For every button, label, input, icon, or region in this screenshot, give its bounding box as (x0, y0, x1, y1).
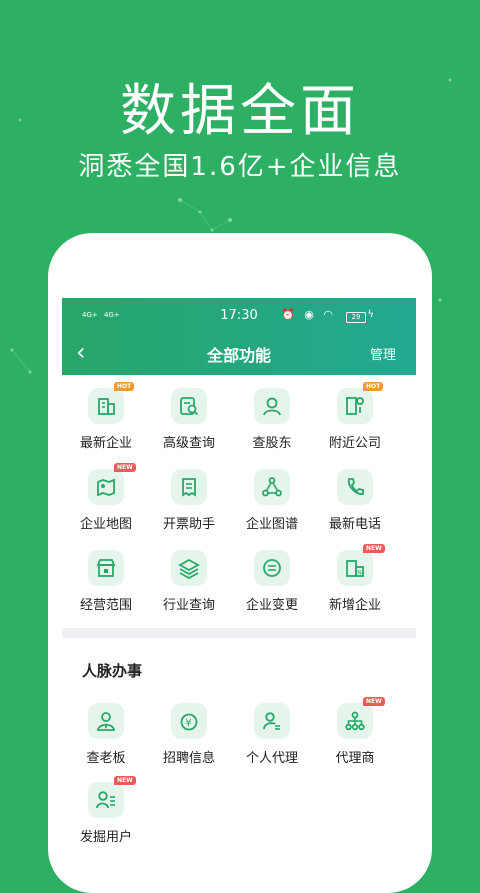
feature-label: 行业查询 (162, 598, 215, 613)
graph-icon (254, 469, 290, 505)
app-header: 4G+ 4G+ 17:30 ⏰ ◉ ◠ 29 ϟ ‹ 全部功能 管理 (62, 298, 416, 375)
search-doc-icon (171, 388, 207, 424)
phone-icon (337, 469, 373, 505)
svg-text:N: N (357, 570, 362, 577)
new-badge: NEW (114, 463, 136, 472)
hero-title: 数据全面 (120, 79, 360, 144)
feature-item[interactable]: HOT 最新企业 (62, 382, 150, 451)
new-badge: NEW (363, 544, 385, 553)
feature-item[interactable]: N NEW 新增企业 (311, 544, 399, 613)
svg-text:¥: ¥ (185, 718, 191, 729)
contact-item[interactable]: NEW 发掘用户 (62, 776, 150, 845)
layers-icon (171, 550, 207, 586)
feature-label: 企业变更 (245, 598, 298, 613)
feature-label: 新增企业 (328, 598, 381, 613)
org-chart-icon: NEW (337, 697, 385, 739)
hero-subtitle: 洞悉全国1.6亿+企业信息 (78, 152, 402, 182)
feature-item[interactable]: 行业查询 (145, 550, 233, 613)
section-title: 人脉办事 (82, 662, 143, 680)
page-title: 全部功能 (206, 346, 271, 365)
contact-label: 招聘信息 (162, 751, 215, 766)
battery-icon: 29 (346, 312, 366, 323)
user-list-icon: NEW (88, 776, 136, 818)
feature-label: 查股东 (252, 436, 292, 451)
feature-label: 开票助手 (162, 517, 215, 532)
alarm-wifi-icons: ⏰ ◉ ◠ (281, 308, 336, 321)
feature-item[interactable]: 企业图谱 (228, 469, 316, 532)
feature-label: 附近公司 (328, 436, 381, 451)
manage-button[interactable]: 管理 (370, 344, 396, 363)
app-screen: 4G+ 4G+ 17:30 ⏰ ◉ ◠ 29 ϟ ‹ 全部功能 管理 HOT 最新… (62, 298, 416, 854)
feature-item[interactable]: 最新电话 (311, 469, 399, 532)
hot-badge: HOT (114, 382, 135, 391)
feature-label: 企业地图 (79, 517, 132, 532)
nav-bar: ‹ 全部功能 管理 (62, 338, 416, 368)
store-icon (88, 550, 124, 586)
receipt-icon (171, 469, 207, 505)
charging-icon: ϟ (367, 309, 374, 320)
boss-icon (88, 703, 124, 739)
feature-label: 高级查询 (162, 436, 215, 451)
feature-label: 最新电话 (328, 517, 381, 532)
new-badge: NEW (114, 776, 136, 785)
contact-label: 查老板 (86, 751, 126, 766)
contact-item[interactable]: NEW 代理商 (311, 697, 399, 766)
feature-item[interactable]: NEW 企业地图 (62, 463, 150, 532)
contact-label: 代理商 (335, 751, 375, 766)
section-divider (62, 628, 416, 638)
money-bag-icon: ¥ (171, 703, 207, 739)
person-icon (254, 388, 290, 424)
feature-label: 最新企业 (79, 436, 132, 451)
feature-item[interactable]: 企业变更 (228, 550, 316, 613)
feature-item[interactable]: HOT 附近公司 (311, 382, 399, 451)
location-building-icon: HOT (337, 382, 384, 424)
new-badge: NEW (363, 697, 385, 706)
feature-label: 经营范围 (79, 598, 132, 613)
contact-label: 个人代理 (245, 751, 298, 766)
contact-item[interactable]: 查老板 (62, 703, 150, 766)
map-icon: NEW (88, 463, 136, 505)
contact-item[interactable]: 个人代理 (228, 703, 316, 766)
feature-item[interactable]: 查股东 (228, 388, 316, 451)
feature-item[interactable]: 经营范围 (62, 550, 150, 613)
building-icon: HOT (88, 382, 135, 424)
contact-label: 发掘用户 (79, 830, 132, 845)
feature-label: 企业图谱 (245, 517, 298, 532)
new-building-icon: N NEW (337, 544, 385, 586)
status-bar: 4G+ 4G+ 17:30 ⏰ ◉ ◠ 29 ϟ (62, 306, 416, 326)
hot-badge: HOT (363, 382, 384, 391)
contact-item[interactable]: ¥ 招聘信息 (145, 703, 233, 766)
swap-icon (254, 550, 290, 586)
feature-item[interactable]: 高级查询 (145, 388, 233, 451)
feature-item[interactable]: 开票助手 (145, 469, 233, 532)
agent-icon (254, 703, 290, 739)
